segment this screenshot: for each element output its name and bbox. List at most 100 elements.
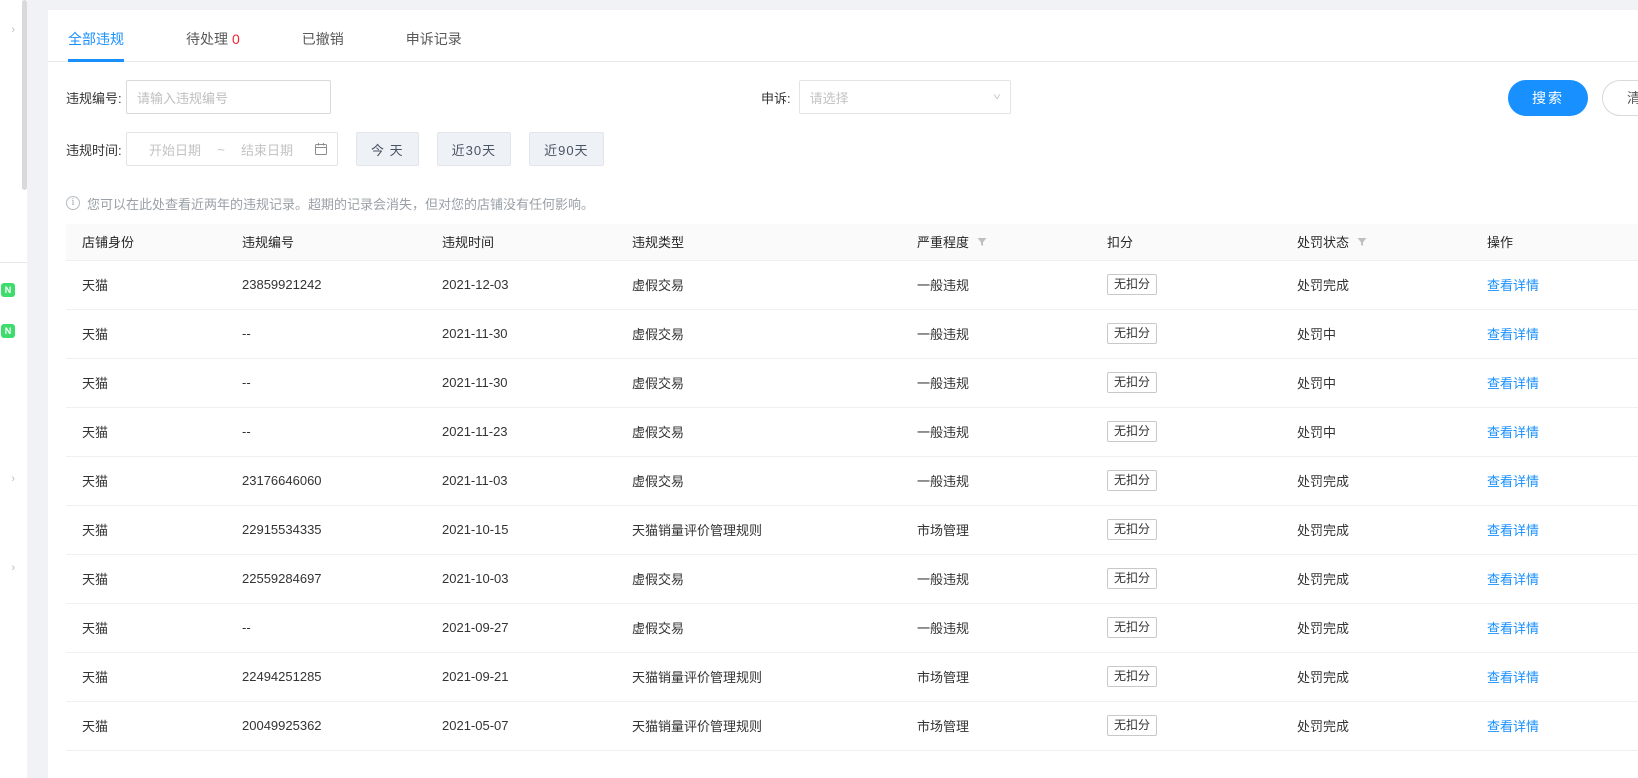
tab-pending[interactable]: 待处理 0 <box>186 29 240 61</box>
tab-revoked[interactable]: 已撤销 <box>302 29 344 61</box>
cell-violation-time: 2021-09-21 <box>426 652 616 702</box>
cell-severity: 一般违规 <box>901 260 1091 310</box>
cell-violation-type: 虚假交易 <box>616 407 901 457</box>
date-range-picker[interactable]: 开始日期 ~ 结束日期 <box>126 132 338 166</box>
cell-severity: 一般违规 <box>901 358 1091 408</box>
tab-bar: 全部违规 待处理 0 已撤销 申诉记录 <box>48 10 1638 62</box>
cell-deduction: 无扣分 <box>1091 260 1281 310</box>
filter-row-1: 违规编号: 请输入违规编号 申诉: 请选择 ˅ 搜索 清 <box>48 80 1638 116</box>
view-detail-link[interactable]: 查看详情 <box>1487 425 1539 440</box>
deduction-badge: 无扣分 <box>1107 322 1158 345</box>
view-detail-link[interactable]: 查看详情 <box>1487 670 1539 685</box>
th-label: 违规时间 <box>442 235 495 251</box>
sidebar-scrollbar[interactable] <box>22 0 27 190</box>
view-detail-link[interactable]: 查看详情 <box>1487 278 1539 293</box>
cell-shop: 天猫 <box>66 603 226 653</box>
sidebar-item-8[interactable]: 网商银行 <box>0 351 27 392</box>
sidebar-item-7[interactable]: 店铺流量 N <box>0 310 27 351</box>
view-detail-link[interactable]: 查看详情 <box>1487 621 1539 636</box>
cell-punish-status: 处罚完成 <box>1281 652 1471 702</box>
deduction-badge: 无扣分 <box>1107 273 1158 296</box>
cell-punish-status: 处罚中 <box>1281 358 1471 408</box>
cell-deduction: 无扣分 <box>1091 505 1281 555</box>
cell-deduction: 无扣分 <box>1091 603 1281 653</box>
deduction-badge: 无扣分 <box>1107 616 1158 639</box>
cell-punish-status: 处罚完成 <box>1281 505 1471 555</box>
deduction-badge: 无扣分 <box>1107 518 1158 541</box>
field-appeal: 申诉: 请选择 ˅ <box>761 80 1011 114</box>
cell-shop: 天猫 <box>66 701 226 751</box>
cell-punish-status: 处罚完成 <box>1281 456 1471 506</box>
sidebar-item-12[interactable]: 商家支持 <box>0 615 27 656</box>
sidebar-item-label: 交易中心 <box>0 92 15 133</box>
tab-label: 待处理 <box>186 31 228 47</box>
sidebar-item-label: 店铺管理 <box>0 10 7 51</box>
violation-no-input[interactable]: 请输入违规编号 <box>126 80 331 114</box>
sidebar-item-label: 服务 <box>0 548 7 589</box>
cell-violation-no: 22559284697 <box>226 554 426 604</box>
cell-operation: 查看详情 <box>1471 652 1638 702</box>
reset-button[interactable]: 清空 <box>1602 80 1638 116</box>
cell-operation: 查看详情 <box>1471 603 1638 653</box>
tab-label: 申诉记录 <box>405 31 462 47</box>
sidebar-item-13[interactable]: 卖家后台 <box>0 682 27 723</box>
cell-violation-no: 23859921242 <box>226 260 426 310</box>
sidebar-item-5[interactable]: 素材库 <box>0 215 27 256</box>
chevron-right-icon: › <box>11 473 15 485</box>
main-content: 全部违规 待处理 0 已撤销 申诉记录 违规编号: 请输入违规编号 申诉: 请选… <box>48 0 1638 778</box>
sidebar-item-9[interactable]: 客服 <box>0 392 27 433</box>
quick-range-today[interactable]: 今 天 <box>356 132 419 166</box>
violation-card: 全部违规 待处理 0 已撤销 申诉记录 违规编号: 请输入违规编号 申诉: 请选… <box>48 10 1638 778</box>
cell-shop: 天猫 <box>66 407 226 457</box>
cell-operation: 查看详情 <box>1471 554 1638 604</box>
view-detail-link[interactable]: 查看详情 <box>1487 719 1539 734</box>
view-detail-link[interactable]: 查看详情 <box>1487 376 1539 391</box>
quick-range-90d[interactable]: 近90天 <box>529 132 604 166</box>
cell-severity: 市场管理 <box>901 652 1091 702</box>
cell-violation-no: -- <box>226 358 426 408</box>
th-label: 处罚状态 <box>1297 235 1350 251</box>
cell-violation-no: -- <box>226 603 426 653</box>
cell-severity: 一般违规 <box>901 309 1091 359</box>
new-badge-icon: N <box>1 282 15 297</box>
sidebar-item-10[interactable]: 数据 › <box>0 459 27 500</box>
severity-filter-icon[interactable] <box>977 237 987 247</box>
cell-shop: 天猫 <box>66 456 226 506</box>
tab-all-violations[interactable]: 全部违规 <box>68 29 124 62</box>
cell-violation-no: 23176646060 <box>226 456 426 506</box>
cell-violation-time: 2021-09-27 <box>426 603 616 653</box>
cell-violation-type: 天猫销量评价管理规则 <box>616 701 901 751</box>
cell-severity: 市场管理 <box>901 505 1091 555</box>
quick-range-30d[interactable]: 近30天 <box>436 132 512 166</box>
sidebar-item-11[interactable]: 服务 › <box>0 548 27 589</box>
tab-appeal-records[interactable]: 申诉记录 <box>406 29 462 61</box>
sidebar-item-6[interactable]: 内容营销 N <box>0 269 27 310</box>
cell-severity: 一般违规 <box>901 603 1091 653</box>
date-start-placeholder: 开始日期 <box>148 142 201 158</box>
cell-deduction: 无扣分 <box>1091 554 1281 604</box>
view-detail-link[interactable]: 查看详情 <box>1487 523 1539 538</box>
table-row: 天猫 -- 2021-11-30 虚假交易 一般违规 无扣分 处罚中 查看详情 <box>66 358 1638 408</box>
cell-shop: 天猫 <box>66 505 226 555</box>
info-notice-text: 您可以在此处查看近两年的违规记录。超期的记录会消失，但对您的店铺没有任何影响。 <box>87 196 595 212</box>
cell-severity: 市场管理 <box>901 701 1091 751</box>
deduction-badge: 无扣分 <box>1107 420 1158 443</box>
table-row: 天猫 22915534335 2021-10-15 天猫销量评价管理规则 市场管理 无扣分… <box>66 505 1638 555</box>
sidebar-item-label: 客服 <box>0 392 15 433</box>
view-detail-link[interactable]: 查看详情 <box>1487 474 1539 489</box>
cell-violation-no: -- <box>226 309 426 359</box>
sidebar-item-label: 营销中心 <box>0 174 15 215</box>
left-sidebar: 店铺管理 › 商品管理 交易中心 物流中心 营销中心 素材库 内容营销 N <box>0 0 27 778</box>
search-button[interactable]: 搜索 <box>1508 80 1588 116</box>
filter-bar: 违规编号: 请输入违规编号 申诉: 请选择 ˅ 搜索 清 违规时间: 开始日期 … <box>48 62 1638 188</box>
view-detail-link[interactable]: 查看详情 <box>1487 572 1539 587</box>
status-filter-icon[interactable] <box>1357 237 1367 247</box>
cell-operation: 查看详情 <box>1471 456 1638 506</box>
info-notice: i 您可以在此处查看近两年的违规记录。超期的记录会消失，但对您的店铺没有任何影响… <box>48 188 1638 216</box>
view-detail-link[interactable]: 查看详情 <box>1487 327 1539 342</box>
appeal-select[interactable]: 请选择 ˅ <box>798 80 1011 114</box>
th-label: 操作 <box>1487 235 1514 251</box>
date-end-placeholder: 结束日期 <box>240 142 293 158</box>
th-deduction: 扣分 <box>1091 224 1281 261</box>
field-violation-no: 违规编号: 请输入违规编号 <box>48 80 331 114</box>
